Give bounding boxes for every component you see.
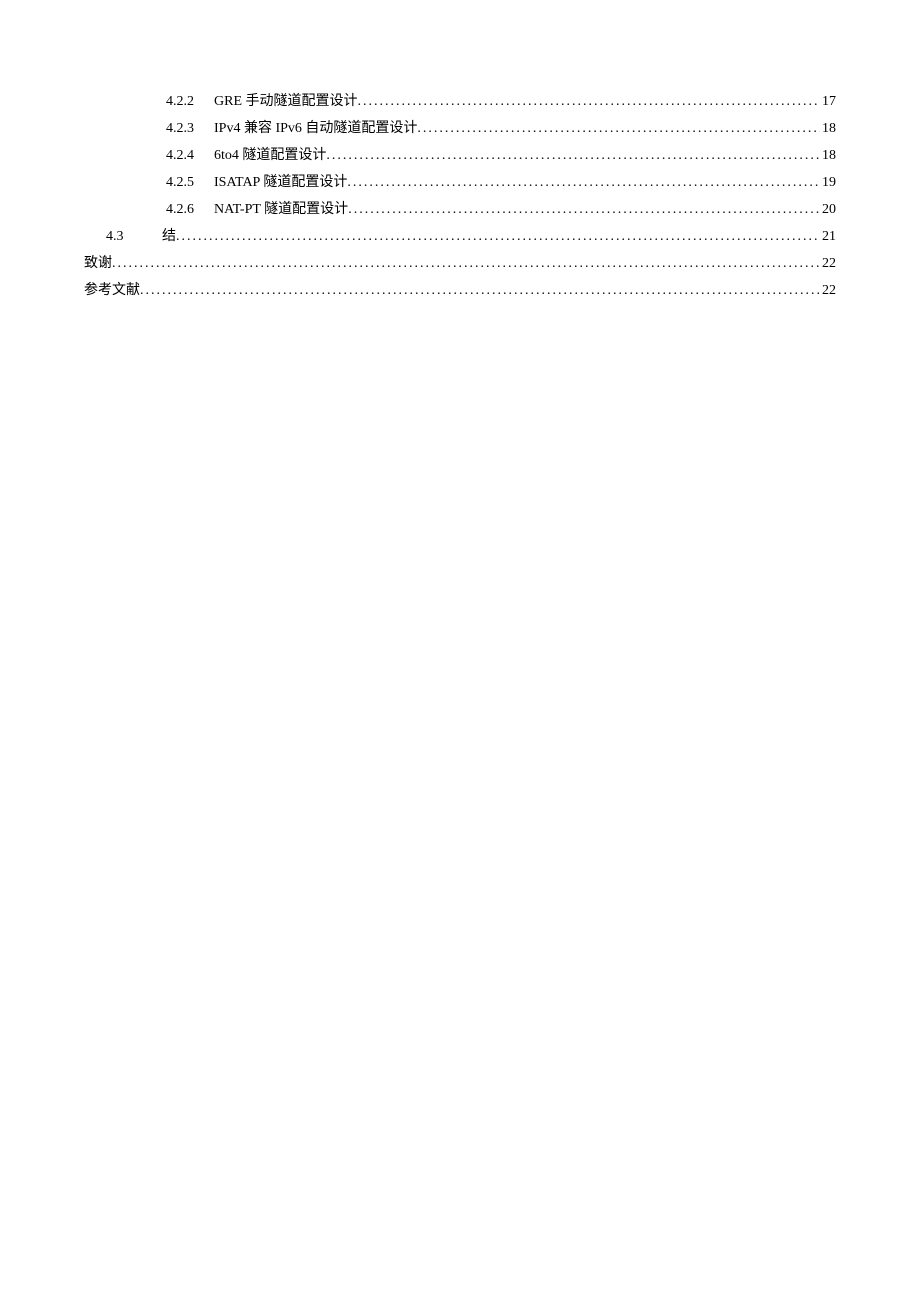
- toc-number: 4.2.4: [166, 142, 214, 169]
- toc-leader-dots: [348, 196, 820, 223]
- toc-page-number: 19: [820, 169, 836, 196]
- toc-entry: 4.2.5 ISATAP 隧道配置设计 19: [84, 169, 836, 196]
- toc-page-number: 18: [820, 115, 836, 142]
- toc-number: 4.2.3: [166, 115, 214, 142]
- toc-entry: 4.2.6 NAT-PT 隧道配置设计 20: [84, 196, 836, 223]
- table-of-contents: 4.2.2 GRE 手动隧道配置设计 17 4.2.3 IPv4 兼容 IPv6…: [84, 88, 836, 304]
- toc-entry: 4.3 结 21: [84, 223, 836, 250]
- toc-leader-dots: [140, 277, 820, 304]
- toc-leader-dots: [347, 169, 820, 196]
- toc-page-number: 18: [820, 142, 836, 169]
- toc-page-number: 22: [820, 277, 836, 304]
- toc-leader-dots: [358, 88, 821, 115]
- toc-title: GRE 手动隧道配置设计: [214, 88, 358, 115]
- toc-leader-dots: [326, 142, 820, 169]
- toc-leader-dots: [417, 115, 820, 142]
- toc-page-number: 22: [820, 250, 836, 277]
- toc-leader-dots: [176, 223, 820, 250]
- toc-number: 4.2.2: [166, 88, 214, 115]
- toc-leader-dots: [112, 250, 820, 277]
- toc-title: IPv4 兼容 IPv6 自动隧道配置设计: [214, 115, 417, 142]
- toc-entry: 参考文献 22: [84, 277, 836, 304]
- toc-title: 参考文献: [84, 277, 140, 304]
- toc-entry: 4.2.2 GRE 手动隧道配置设计 17: [84, 88, 836, 115]
- toc-entry: 致谢 22: [84, 250, 836, 277]
- toc-title: ISATAP 隧道配置设计: [214, 169, 347, 196]
- toc-page-number: 17: [820, 88, 836, 115]
- toc-number: 4.2.6: [166, 196, 214, 223]
- toc-page-number: 21: [820, 223, 836, 250]
- toc-entry: 4.2.4 6to4 隧道配置设计 18: [84, 142, 836, 169]
- toc-number: 4.2.5: [166, 169, 214, 196]
- toc-page-number: 20: [820, 196, 836, 223]
- toc-number: 4.3: [106, 223, 162, 250]
- toc-title: 6to4 隧道配置设计: [214, 142, 326, 169]
- toc-title: 致谢: [84, 250, 112, 277]
- toc-title: NAT-PT 隧道配置设计: [214, 196, 348, 223]
- toc-entry: 4.2.3 IPv4 兼容 IPv6 自动隧道配置设计 18: [84, 115, 836, 142]
- toc-title: 结: [162, 223, 176, 250]
